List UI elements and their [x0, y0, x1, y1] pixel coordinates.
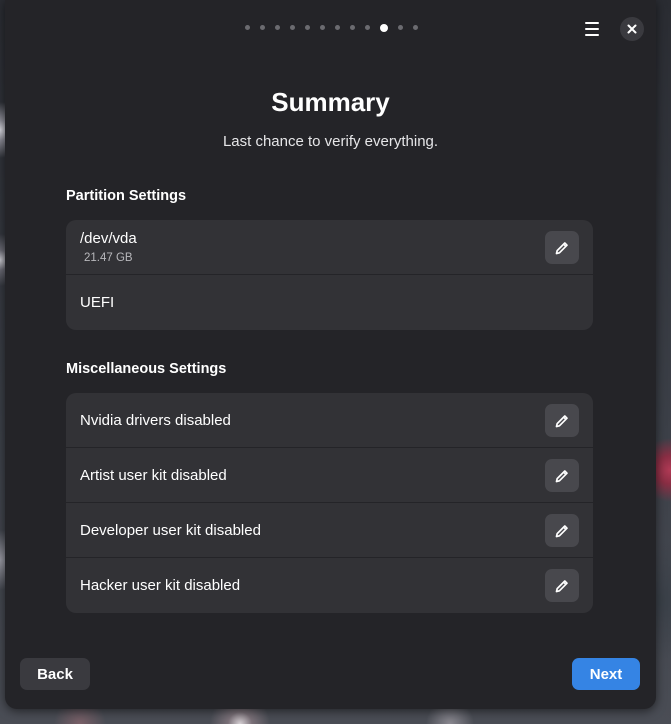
step-dot	[320, 25, 325, 30]
step-dot	[398, 25, 403, 30]
step-dot	[245, 25, 250, 30]
developer-kit-row: Developer user kit disabled	[66, 503, 593, 558]
pencil-icon	[555, 241, 568, 254]
step-dot	[260, 25, 265, 30]
artist-kit-row: Artist user kit disabled	[66, 448, 593, 503]
step-dot	[365, 25, 370, 30]
miscellaneous-settings-card: Nvidia drivers disabled Artist user kit …	[66, 393, 593, 613]
edit-developer-kit-button[interactable]	[545, 514, 579, 547]
pencil-icon	[555, 469, 568, 482]
step-dot	[335, 25, 340, 30]
pencil-icon	[555, 579, 568, 592]
step-indicator	[5, 23, 656, 32]
pencil-icon	[555, 414, 568, 427]
next-button[interactable]: Next	[572, 658, 640, 690]
step-dot	[305, 25, 310, 30]
edit-partition-button[interactable]	[545, 231, 579, 264]
edit-artist-kit-button[interactable]	[545, 459, 579, 492]
close-button[interactable]	[620, 17, 644, 41]
page-title: Summary	[271, 87, 390, 117]
nvidia-drivers-row: Nvidia drivers disabled	[66, 393, 593, 448]
page-subtitle: Last chance to verify everything.	[222, 133, 439, 150]
step-dot	[350, 25, 355, 30]
miscellaneous-settings-heading: Miscellaneous Settings	[66, 361, 227, 377]
partition-settings-card: /dev/vda 21.47 GB UEFI	[66, 220, 593, 330]
installer-window: Summary Last chance to verify everything…	[5, 0, 656, 709]
step-dot-active	[380, 23, 388, 32]
partition-disk-row: /dev/vda 21.47 GB	[66, 220, 593, 275]
setting-label: Nvidia drivers disabled	[80, 411, 231, 429]
partition-settings-heading: Partition Settings	[66, 188, 187, 204]
back-button[interactable]: Back	[20, 658, 90, 690]
pencil-icon	[555, 524, 568, 537]
setting-label: Developer user kit disabled	[80, 521, 261, 539]
hamburger-menu-icon[interactable]	[579, 17, 605, 41]
boot-mode-row: UEFI	[66, 275, 593, 330]
step-dot	[275, 25, 280, 30]
step-dot	[290, 25, 295, 30]
boot-mode-label: UEFI	[80, 294, 115, 311]
edit-hacker-kit-button[interactable]	[545, 569, 579, 602]
disk-name: /dev/vda	[80, 230, 137, 247]
edit-nvidia-drivers-button[interactable]	[545, 404, 579, 437]
step-dot	[413, 25, 418, 30]
disk-size: 21.47 GB	[84, 252, 133, 264]
setting-label: Artist user kit disabled	[80, 466, 227, 484]
close-icon	[627, 24, 637, 34]
hacker-kit-row: Hacker user kit disabled	[66, 558, 593, 613]
setting-label: Hacker user kit disabled	[80, 577, 241, 594]
